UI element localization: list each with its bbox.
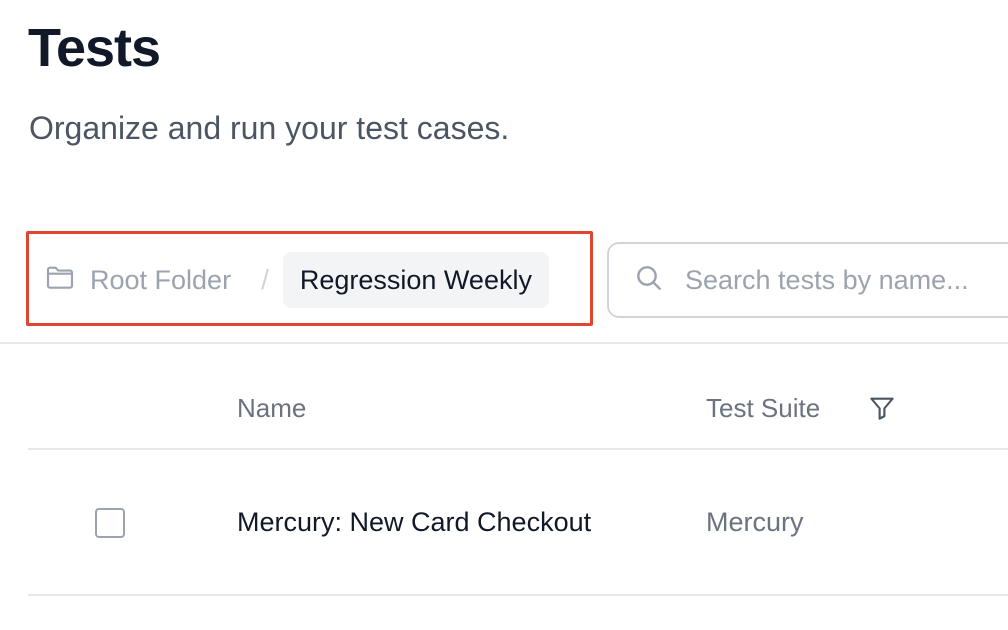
table-row-divider <box>28 594 1008 596</box>
breadcrumb-root-label: Root Folder <box>90 264 232 295</box>
test-name-cell[interactable]: Mercury: New Card Checkout <box>237 504 591 540</box>
page-title: Tests <box>28 18 161 78</box>
breadcrumb-root-folder[interactable]: Root Folder <box>44 261 231 300</box>
table-header-divider <box>28 448 1008 450</box>
breadcrumb-separator: / <box>261 264 269 295</box>
section-divider <box>0 342 1008 344</box>
column-header-name[interactable]: Name <box>237 390 306 426</box>
page-subtitle: Organize and run your test cases. <box>29 110 510 146</box>
search-icon <box>633 262 665 299</box>
folder-icon <box>44 261 76 300</box>
search-input[interactable] <box>685 264 1008 296</box>
tests-page: Tests Organize and run your test cases. … <box>0 0 1008 630</box>
test-suite-cell: Mercury <box>706 507 804 537</box>
search-box[interactable] <box>607 242 1008 318</box>
column-header-test-suite[interactable]: Test Suite <box>706 390 820 426</box>
row-checkbox[interactable] <box>95 508 125 538</box>
breadcrumb: Root Folder / Regression Weekly <box>44 252 549 308</box>
breadcrumb-current-folder[interactable]: Regression Weekly <box>282 252 549 308</box>
filter-icon[interactable] <box>867 393 897 423</box>
